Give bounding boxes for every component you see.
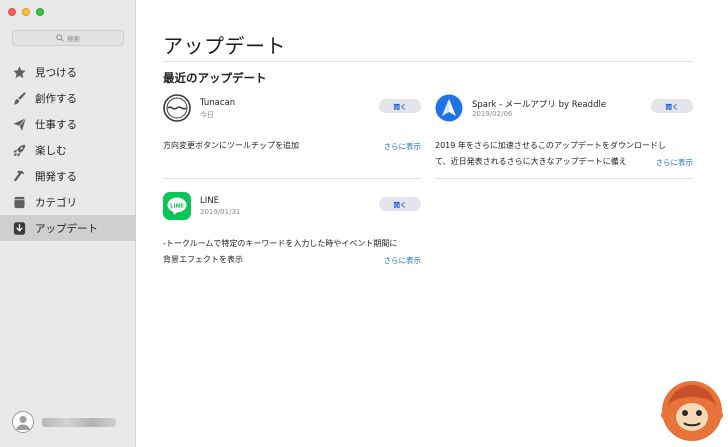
sidebar-item-discover[interactable]: 見つける: [0, 59, 136, 85]
sidebar-item-label: カテゴリ: [35, 196, 77, 209]
open-button[interactable]: 開く: [379, 197, 421, 211]
categories-icon: [11, 194, 27, 210]
search-icon: [56, 34, 64, 42]
card-divider: [163, 178, 421, 179]
update-card-line: LINE LINE 2019/01/31 開く -トークルームで特定のキーワード…: [163, 192, 421, 266]
sidebar-item-label: 楽しむ: [35, 144, 67, 157]
account-area[interactable]: [12, 411, 116, 433]
show-more-link[interactable]: さらに表示: [380, 255, 421, 266]
star-icon: [11, 64, 27, 80]
rocket-icon: [11, 142, 27, 158]
sidebar-item-categories[interactable]: カテゴリ: [0, 189, 136, 215]
sidebar-item-label: 創作する: [35, 92, 77, 105]
user-avatar-icon[interactable]: [12, 411, 34, 433]
update-card-tunacan: Tunacan 今日 開く 方向変更ボタンにツールチップを追加 さらに表示: [163, 94, 421, 179]
app-name: Spark - メールアプリ by Readdle: [472, 100, 607, 110]
update-card-spark: Spark - メールアプリ by Readdle 2019/02/06 開く …: [435, 94, 693, 179]
sidebar-item-label: 見つける: [35, 66, 77, 79]
hammer-icon: [11, 168, 27, 184]
minimize-window-button[interactable]: [22, 8, 30, 16]
sidebar-item-play[interactable]: 楽しむ: [0, 137, 136, 163]
brush-icon: [11, 90, 27, 106]
window-controls: [8, 8, 44, 16]
main-content: アップデート 最近のアップデート Tunacan 今日 開く 方向変更ボタンにツ…: [137, 0, 728, 447]
close-window-button[interactable]: [8, 8, 16, 16]
sidebar: 検索 見つける 創作する 仕事する 楽しむ 開発する カテゴリ アップデート: [0, 0, 136, 447]
open-button[interactable]: 開く: [379, 99, 421, 113]
search-placeholder: 検索: [67, 35, 80, 43]
svg-text:LINE: LINE: [170, 203, 184, 209]
sidebar-item-work[interactable]: 仕事する: [0, 111, 136, 137]
tunacan-app-icon[interactable]: [163, 94, 191, 122]
sidebar-item-create[interactable]: 創作する: [0, 85, 136, 111]
show-more-link[interactable]: さらに表示: [380, 141, 421, 152]
update-date: 2019/01/31: [200, 208, 241, 216]
sidebar-item-updates[interactable]: アップデート: [0, 215, 136, 241]
show-more-link[interactable]: さらに表示: [652, 157, 693, 168]
sidebar-item-develop[interactable]: 開発する: [0, 163, 136, 189]
update-notes-line: -トークルームで特定のキーワードを入力した時やイベント期間に: [163, 239, 398, 248]
update-notes-line: 2019 年をさらに加速させるこのアップデートをダウンロードし: [435, 141, 666, 150]
zoom-window-button[interactable]: [36, 8, 44, 16]
spark-app-icon[interactable]: [435, 94, 463, 122]
sidebar-item-label: アップデート: [35, 222, 98, 235]
open-button[interactable]: 開く: [651, 99, 693, 113]
page-title: アップデート: [163, 34, 286, 58]
sidebar-item-label: 開発する: [35, 170, 77, 183]
paper-plane-icon: [11, 116, 27, 132]
app-name: Tunacan: [200, 98, 236, 108]
title-divider: [163, 61, 693, 62]
app-name: LINE: [200, 196, 219, 206]
account-name-redacted: [42, 417, 116, 427]
update-date: 2019/02/06: [472, 110, 513, 118]
sidebar-item-label: 仕事する: [35, 118, 77, 131]
watermark-mascot-logo: [660, 379, 724, 443]
update-date: 今日: [200, 111, 214, 119]
search-input[interactable]: 検索: [12, 30, 124, 46]
card-divider: [435, 178, 693, 179]
sidebar-nav: 見つける 創作する 仕事する 楽しむ 開発する カテゴリ アップデート: [0, 59, 136, 241]
section-title: 最近のアップデート: [163, 71, 267, 85]
updates-icon: [11, 220, 27, 236]
line-app-icon[interactable]: LINE: [163, 192, 191, 220]
